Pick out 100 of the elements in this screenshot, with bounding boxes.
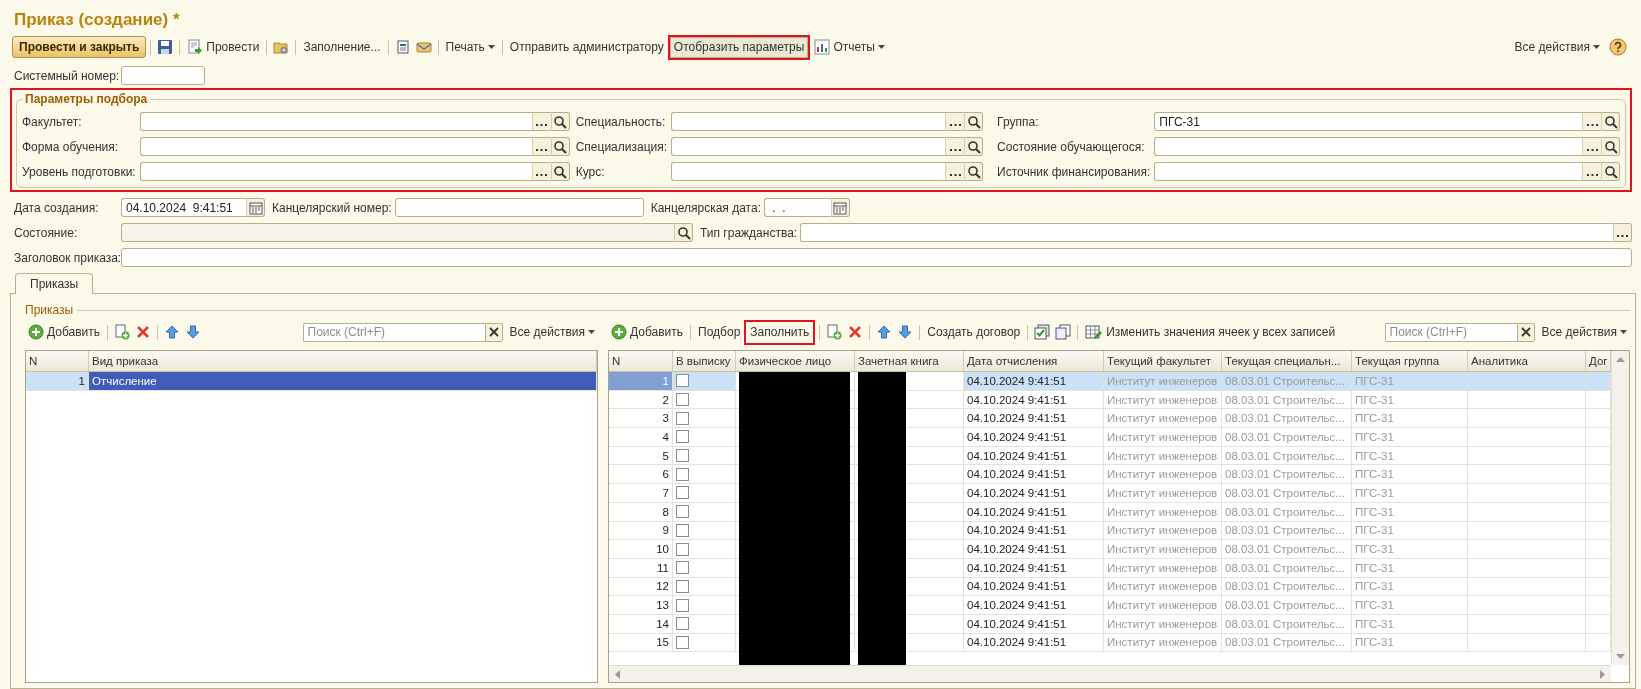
toolbar-button[interactable]: Провести xyxy=(184,36,263,58)
checkbox[interactable] xyxy=(676,579,689,593)
choice-button[interactable] xyxy=(945,162,965,181)
input-field[interactable]: ПГС-31 xyxy=(1154,112,1582,131)
arrow-down-icon[interactable] xyxy=(185,324,202,340)
input-field[interactable] xyxy=(1154,162,1582,181)
envelope-icon[interactable] xyxy=(415,39,432,55)
checkbox[interactable] xyxy=(676,542,689,556)
search-field[interactable]: Поиск (Ctrl+F) xyxy=(302,322,485,342)
checkbox[interactable] xyxy=(676,561,689,575)
toolbar-button[interactable]: Отправить администратору xyxy=(506,36,667,58)
table-cell: ПГС-31 xyxy=(1352,633,1468,652)
column-header[interactable]: Аналитика xyxy=(1468,351,1586,371)
toolbar-button[interactable]: Добавить xyxy=(608,321,687,343)
choice-button[interactable] xyxy=(945,112,965,131)
save-icon[interactable] xyxy=(157,39,174,55)
toolbar-button[interactable]: Добавить xyxy=(25,321,104,343)
checkbox[interactable] xyxy=(676,523,689,537)
document-plus-icon[interactable] xyxy=(826,324,843,340)
search-button[interactable] xyxy=(964,162,984,181)
input-field[interactable] xyxy=(394,198,644,217)
search-field[interactable]: Поиск (Ctrl+F) xyxy=(1384,322,1517,342)
scrollbar[interactable] xyxy=(1611,351,1629,665)
input-field[interactable]: 04.10.2024 9:41:51 xyxy=(121,198,246,217)
checkbox[interactable] xyxy=(676,449,689,463)
toolbar-button[interactable]: Подбор xyxy=(695,321,744,343)
delete-icon[interactable] xyxy=(847,324,864,340)
checkbox[interactable] xyxy=(676,430,689,444)
scroll-up-icon[interactable] xyxy=(1616,357,1625,362)
toolbar-button[interactable]: Заполнить xyxy=(744,319,816,345)
arrow-down-icon[interactable] xyxy=(897,324,914,340)
toolbar-button[interactable]: Изменить значения ячеек у всех записей xyxy=(1082,321,1339,343)
menu-button[interactable]: Все действия xyxy=(1538,321,1630,343)
tab[interactable]: Приказы xyxy=(15,273,94,294)
column-header[interactable]: Текущая группа xyxy=(1352,351,1468,371)
input-field[interactable] xyxy=(139,137,532,156)
input-field[interactable] xyxy=(1154,137,1582,156)
column-header[interactable]: Вид приказа xyxy=(89,351,597,371)
search-button[interactable] xyxy=(674,223,693,242)
column-header[interactable]: Зачетная книга xyxy=(855,351,964,371)
toggle-button[interactable]: Отобразить параметры xyxy=(667,34,811,60)
search-button[interactable] xyxy=(1601,112,1620,131)
input-field[interactable]: . . xyxy=(764,198,831,217)
choice-button[interactable] xyxy=(945,137,965,156)
folder-gear-icon[interactable] xyxy=(273,39,290,55)
scroll-down-icon[interactable] xyxy=(1616,654,1625,659)
search-button[interactable] xyxy=(1601,162,1620,181)
menu-button[interactable]: Отчеты xyxy=(811,36,888,58)
choice-button[interactable] xyxy=(1582,137,1601,156)
choice-button[interactable] xyxy=(1582,112,1601,131)
column-header[interactable]: Физическое лицо xyxy=(736,351,855,371)
menu-button[interactable]: Печать xyxy=(442,36,498,58)
checkbox[interactable] xyxy=(676,411,689,425)
checked-documents-icon[interactable] xyxy=(1034,324,1051,340)
column-header[interactable]: Дата отчисления xyxy=(964,351,1104,371)
toolbar-button[interactable]: Заполнение... xyxy=(300,36,384,58)
choice-button[interactable] xyxy=(1582,162,1601,181)
input-field[interactable] xyxy=(121,66,205,85)
checkbox[interactable] xyxy=(676,635,689,649)
document-plus-icon[interactable] xyxy=(114,324,131,340)
copy-icon[interactable] xyxy=(1055,324,1072,340)
table-cell: ПГС-31 xyxy=(1352,577,1468,596)
toolbar-button[interactable]: Создать договор xyxy=(924,321,1024,343)
input-field[interactable] xyxy=(139,112,532,131)
column-header[interactable]: Текущая специальн... xyxy=(1222,351,1352,371)
document-icon[interactable] xyxy=(394,39,411,55)
search-button[interactable] xyxy=(1601,137,1620,156)
scroll-right-icon[interactable] xyxy=(1600,669,1605,679)
menu-button[interactable]: Все действия xyxy=(506,321,598,343)
input-field[interactable] xyxy=(671,112,946,131)
checkbox[interactable] xyxy=(676,393,689,407)
arrow-up-icon[interactable] xyxy=(164,324,181,340)
checkbox[interactable] xyxy=(676,486,689,500)
checkbox[interactable] xyxy=(676,374,689,388)
arrow-up-icon[interactable] xyxy=(876,324,893,340)
column-header[interactable]: В выписку xyxy=(673,351,736,371)
table-cell: ПГС-31 xyxy=(1352,446,1468,465)
choice-button[interactable] xyxy=(1613,223,1632,242)
column-header[interactable]: N xyxy=(609,351,673,371)
menu-button[interactable]: Все действия xyxy=(1511,36,1603,58)
column-header[interactable]: N xyxy=(26,351,89,371)
help-icon[interactable] xyxy=(1609,38,1627,56)
checkbox[interactable] xyxy=(676,617,689,631)
delete-icon[interactable] xyxy=(135,324,152,340)
input-field[interactable] xyxy=(671,162,946,181)
search-button[interactable] xyxy=(964,112,984,131)
input-field[interactable] xyxy=(139,162,532,181)
input-field[interactable] xyxy=(671,137,946,156)
search-button[interactable] xyxy=(964,137,984,156)
input-field[interactable] xyxy=(121,248,1632,267)
input-field[interactable] xyxy=(800,223,1613,242)
input-field[interactable] xyxy=(121,223,674,242)
checkbox[interactable] xyxy=(676,598,689,612)
column-header[interactable]: Текущий факультет xyxy=(1104,351,1222,371)
checkbox[interactable] xyxy=(676,467,689,481)
scroll-left-icon[interactable] xyxy=(615,669,620,679)
calendar-button[interactable] xyxy=(246,198,265,217)
scrollbar[interactable] xyxy=(609,665,1611,682)
checkbox[interactable] xyxy=(676,505,689,519)
primary-button[interactable]: Провести и закрыть xyxy=(12,36,147,58)
